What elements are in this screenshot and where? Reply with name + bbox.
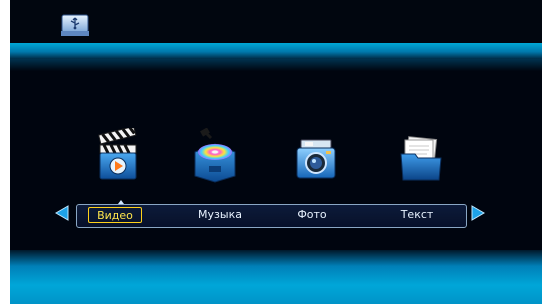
arrow-right-icon[interactable] <box>471 205 485 221</box>
text-documents-icon[interactable] <box>397 128 445 184</box>
video-clapper-icon[interactable] <box>94 128 142 184</box>
arrow-left-icon[interactable] <box>55 205 69 221</box>
usb-drive-icon <box>61 14 89 36</box>
top-accent-band <box>10 43 542 59</box>
top-band-shadow <box>10 59 542 71</box>
menu-item-music[interactable]: Музыка <box>190 207 250 223</box>
menu-item-text[interactable]: Текст <box>392 207 442 223</box>
menu-item-video[interactable]: Видео <box>88 207 142 223</box>
top-bar <box>10 0 542 43</box>
bottom-accent-band <box>10 250 542 304</box>
selection-caret <box>118 200 124 204</box>
media-player-screen: Видео Музыка Фото Текст <box>10 0 542 304</box>
music-disc-icon[interactable] <box>191 128 239 184</box>
photo-camera-icon[interactable] <box>292 128 340 184</box>
menu-item-photo[interactable]: Фото <box>290 207 334 223</box>
